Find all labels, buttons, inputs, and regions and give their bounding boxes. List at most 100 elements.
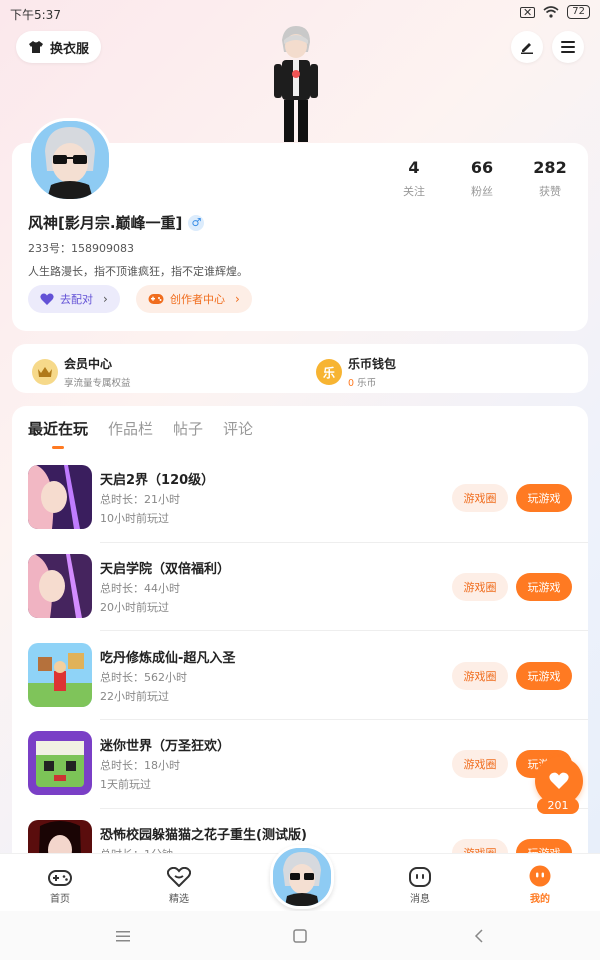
play-game-button[interactable]: 玩游戏 [516, 484, 572, 512]
row-divider [100, 542, 588, 543]
heart-icon [40, 293, 54, 305]
pen-icon [521, 43, 533, 54]
chevron-right-icon: › [103, 292, 108, 306]
nav-mine-label: 我的 [530, 894, 550, 905]
nav-messages-label: 消息 [410, 894, 430, 905]
game-thumbnail [28, 554, 92, 618]
nav-home[interactable]: 首页 [30, 861, 90, 905]
character-figure[interactable] [264, 22, 328, 144]
game-last-played: 1天前玩过 [100, 778, 151, 791]
coin-icon: 乐 [316, 359, 342, 385]
edit-button[interactable] [511, 31, 543, 63]
game-circle-button[interactable]: 游戏圈 [452, 662, 508, 690]
wallet-unit: 乐币 [357, 378, 377, 389]
game-circle-button[interactable]: 游戏圈 [452, 484, 508, 512]
gamepad-icon [148, 294, 164, 304]
game-name: 吃丹修炼成仙-超凡入圣 [100, 651, 236, 666]
menu-button[interactable] [552, 31, 584, 63]
game-row[interactable]: 天启2界（120级） 总时长：21小时 10小时前玩过 游戏圈 玩游戏 [28, 465, 588, 531]
pair-label: 去配对 [60, 293, 93, 306]
wifi-icon [543, 6, 559, 18]
stat-following-label: 关注 [403, 185, 425, 198]
chat-icon [409, 867, 431, 887]
tab-indicator [52, 446, 64, 449]
male-icon: ♂ [188, 214, 205, 231]
stat-following[interactable]: 4 关注 [384, 158, 444, 199]
username-row: 风神[影月宗.巅峰一重] ♂ [28, 212, 205, 233]
stat-following-value: 4 [408, 158, 420, 177]
like-count: 201 [537, 798, 579, 814]
play-game-button[interactable]: 玩游戏 [516, 573, 572, 601]
member-center-entry[interactable]: 会员中心 享流量专属权益 [32, 355, 131, 389]
notification-icon: ✕ [520, 6, 536, 18]
nav-home-label: 首页 [50, 894, 70, 905]
tab-posts[interactable]: 帖子 [173, 418, 203, 439]
game-playtime: 总时长：44小时 [100, 582, 180, 595]
stat-fans-value: 66 [470, 158, 494, 177]
tab-comments[interactable]: 评论 [223, 418, 253, 439]
chevron-right-icon: › [235, 292, 240, 306]
status-time: 下午5:37 [10, 8, 61, 22]
wallet-entry[interactable]: 乐 乐币钱包 0 乐币 [316, 355, 396, 389]
shirt-icon [29, 41, 43, 53]
game-name: 恐怖校园躲猫猫之花子重生(测试版) [100, 828, 307, 843]
game-name: 天启2界（120级） [100, 473, 215, 488]
nav-featured-label: 精选 [169, 894, 189, 905]
game-playtime: 总时长：562小时 [100, 671, 187, 684]
creator-center-button[interactable]: 创作者中心 › [136, 285, 252, 313]
profile-tabs: 最近在玩 作品栏 帖子 评论 [28, 418, 253, 439]
wallet-title: 乐币钱包 [348, 357, 397, 371]
game-thumbnail [28, 643, 92, 707]
member-center-subtitle: 享流量专属权益 [64, 378, 131, 389]
game-playtime: 总时长：21小时 [100, 493, 180, 506]
game-row[interactable]: 迷你世界（万圣狂欢） 总时长：18小时 1天前玩过 游戏圈 玩游戏 [28, 731, 588, 797]
creator-center-label: 创作者中心 [170, 293, 225, 306]
system-nav-bar [0, 911, 600, 960]
user-id: 233号：158909083 [28, 242, 134, 255]
stat-likes[interactable]: 282 获赞 [520, 158, 580, 199]
recents-icon[interactable] [116, 930, 130, 942]
avatar-image [273, 848, 331, 906]
gamepad-icon [48, 870, 72, 886]
game-last-played: 22小时前玩过 [100, 690, 169, 703]
game-name: 迷你世界（万圣狂欢） [100, 739, 231, 754]
home-icon[interactable] [293, 929, 307, 943]
member-center-title: 会员中心 [64, 357, 113, 371]
change-outfit-button[interactable]: 换衣服 [16, 31, 102, 63]
wallet-amount: 0 [348, 378, 355, 389]
avatar[interactable] [28, 118, 112, 202]
stat-fans[interactable]: 66 粉丝 [452, 158, 512, 199]
change-outfit-label: 换衣服 [50, 41, 90, 57]
user-bio: 人生路漫长，指不顶谁疯狂，指不定谁辉煌。 [28, 265, 248, 278]
wallet-balance: 0 乐币 [348, 375, 396, 389]
game-circle-button[interactable]: 游戏圈 [452, 573, 508, 601]
stat-likes-value: 282 [533, 158, 567, 177]
game-last-played: 20小时前玩过 [100, 601, 169, 614]
tab-works[interactable]: 作品栏 [108, 418, 153, 439]
stat-likes-label: 获赞 [539, 185, 561, 198]
center-avatar-button[interactable] [270, 845, 334, 909]
game-row[interactable]: 吃丹修炼成仙-超凡入圣 总时长：562小时 22小时前玩过 游戏圈 玩游戏 [28, 643, 588, 709]
game-thumbnail [28, 465, 92, 529]
nav-messages[interactable]: 消息 [390, 861, 450, 905]
username: 风神[影月宗.巅峰一重] [28, 214, 183, 232]
status-icons: ✕ 72 [520, 5, 590, 19]
row-divider [100, 630, 588, 631]
nav-mine[interactable]: 我的 [510, 861, 570, 905]
avatar-image [31, 121, 109, 199]
nav-featured[interactable]: 精选 [149, 861, 209, 905]
pair-button[interactable]: 去配对 › [28, 285, 120, 313]
profile-face-icon [529, 865, 551, 887]
tab-recent[interactable]: 最近在玩 [28, 418, 88, 439]
stat-fans-label: 粉丝 [471, 185, 493, 198]
hamburger-icon [561, 41, 575, 53]
game-last-played: 10小时前玩过 [100, 512, 169, 525]
heart-face-icon [167, 867, 191, 887]
back-icon[interactable] [474, 929, 484, 943]
crown-icon [32, 359, 58, 385]
game-thumbnail [28, 731, 92, 795]
game-circle-button[interactable]: 游戏圈 [452, 750, 508, 778]
play-game-button[interactable]: 玩游戏 [516, 662, 572, 690]
heart-icon [549, 772, 569, 789]
game-row[interactable]: 天启学院（双倍福利） 总时长：44小时 20小时前玩过 游戏圈 玩游戏 [28, 554, 588, 620]
